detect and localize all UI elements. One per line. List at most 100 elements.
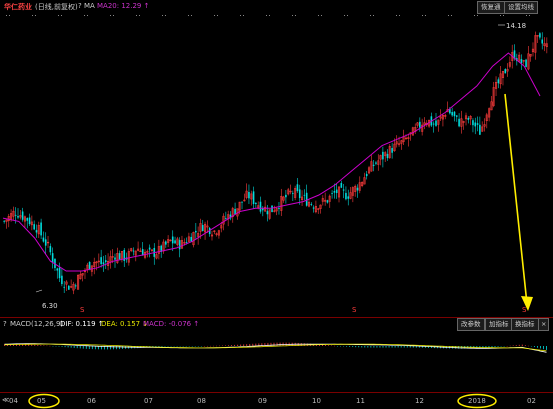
candle-body xyxy=(365,173,368,177)
candle-body xyxy=(296,184,299,192)
candle-body xyxy=(391,148,393,153)
price-chart[interactable]: 14.18 6.30 S S S xyxy=(0,14,553,317)
macd-bar xyxy=(182,346,184,347)
macd-bar xyxy=(373,346,375,348)
event-mark-3[interactable]: S xyxy=(522,306,527,314)
candle-body xyxy=(104,260,107,263)
macd-bar xyxy=(37,344,39,346)
candle-body xyxy=(100,257,102,265)
x-tick-04: 04 xyxy=(9,397,18,405)
candle-body xyxy=(21,211,24,220)
ma-indicator-name[interactable]: MA xyxy=(84,2,95,10)
candle-body xyxy=(479,124,481,135)
event-mark-2[interactable]: S xyxy=(352,306,357,314)
macd-bar xyxy=(397,346,399,348)
grid-dot xyxy=(9,15,10,16)
macd-bar xyxy=(240,344,242,346)
settings-ma-button[interactable]: 设置均线 xyxy=(504,1,538,14)
grid-dot xyxy=(503,15,504,16)
macd-bar xyxy=(52,346,54,347)
candle-body xyxy=(68,285,70,290)
macd-bar xyxy=(179,346,181,347)
macd-bar xyxy=(43,345,45,346)
grid-dot xyxy=(188,15,189,16)
macd-bar xyxy=(491,346,493,348)
candle-body xyxy=(303,194,306,196)
macd-bar xyxy=(409,346,411,348)
candle-body xyxy=(3,220,5,222)
grid-dot xyxy=(214,15,215,16)
macd-bar xyxy=(349,346,351,347)
x-tick-11: 11 xyxy=(356,397,365,405)
macd-bar xyxy=(116,346,117,350)
restore-button[interactable]: 恢复通 xyxy=(477,1,505,14)
grid-dot xyxy=(295,15,296,16)
macd-bar xyxy=(518,344,520,346)
macd-bar xyxy=(164,346,166,347)
macd-bar xyxy=(119,346,120,350)
grid-dot xyxy=(529,15,530,16)
grid-dot xyxy=(344,15,345,16)
candle-body xyxy=(118,253,121,260)
x-tick-12: 12 xyxy=(415,397,424,405)
macd-bar xyxy=(497,346,499,347)
macd-bar xyxy=(188,346,190,347)
chart-header: 华仁药业 (日线,前复权) ? MA MA20: 12.29 ↑ 恢复通 设置均… xyxy=(0,0,553,14)
event-mark-1[interactable]: S xyxy=(80,306,85,314)
candle-body xyxy=(248,191,250,199)
candle-body xyxy=(185,242,188,243)
macd-bar xyxy=(370,346,372,348)
candle-body xyxy=(298,189,301,199)
macd-bar xyxy=(79,346,81,349)
x-tick-07: 07 xyxy=(144,397,153,405)
candle-body xyxy=(331,193,333,194)
macd-bar xyxy=(243,344,245,346)
macd-bar xyxy=(82,346,84,349)
macd-help-icon[interactable]: ? xyxy=(3,320,7,328)
grid-dot xyxy=(399,15,400,16)
candle-body xyxy=(340,182,343,188)
macd-bar xyxy=(55,346,57,347)
candle-body xyxy=(201,225,204,231)
candle-body xyxy=(335,189,338,194)
candle-body xyxy=(451,112,453,116)
candle-body xyxy=(42,237,45,242)
macd-bar xyxy=(303,343,305,346)
macd-bar xyxy=(400,346,402,348)
annotation-arrow xyxy=(504,93,528,305)
help-icon[interactable]: ? xyxy=(78,2,82,10)
stock-name[interactable]: 华仁药业 xyxy=(4,2,32,12)
macd-chart[interactable] xyxy=(0,330,553,392)
macd-bar xyxy=(382,346,384,348)
candle-body xyxy=(356,187,359,191)
grid-dot xyxy=(191,15,192,16)
candle-body xyxy=(132,250,135,252)
macd-bar xyxy=(161,346,163,347)
macd-bar xyxy=(67,346,69,348)
candle-body xyxy=(386,153,389,159)
grid-dot xyxy=(425,15,426,16)
candle-body xyxy=(278,207,280,209)
candle-body xyxy=(49,246,52,253)
grid-dot xyxy=(35,15,36,16)
candle-body xyxy=(61,275,63,285)
candle-body xyxy=(114,257,116,260)
dif-value: DIF: 0.119 ↑ xyxy=(60,320,104,328)
macd-bar xyxy=(213,345,214,347)
grid-dot xyxy=(396,15,397,16)
x-tick-08: 08 xyxy=(197,397,206,405)
candle-body xyxy=(333,191,336,193)
candle-body xyxy=(449,109,451,114)
macd-bar xyxy=(31,344,33,346)
grid-dot xyxy=(500,15,501,16)
macd-bar xyxy=(337,346,338,347)
macd-bar xyxy=(406,346,408,348)
candle-body xyxy=(326,200,329,203)
candle-body xyxy=(472,120,474,126)
macd-bar xyxy=(328,345,329,346)
macd-bar xyxy=(76,346,78,349)
macd-bar xyxy=(225,345,226,346)
annotation-circle-05 xyxy=(28,393,60,409)
candle-body xyxy=(497,79,500,84)
macd-name[interactable]: MACD(12,26,9) xyxy=(10,320,63,328)
